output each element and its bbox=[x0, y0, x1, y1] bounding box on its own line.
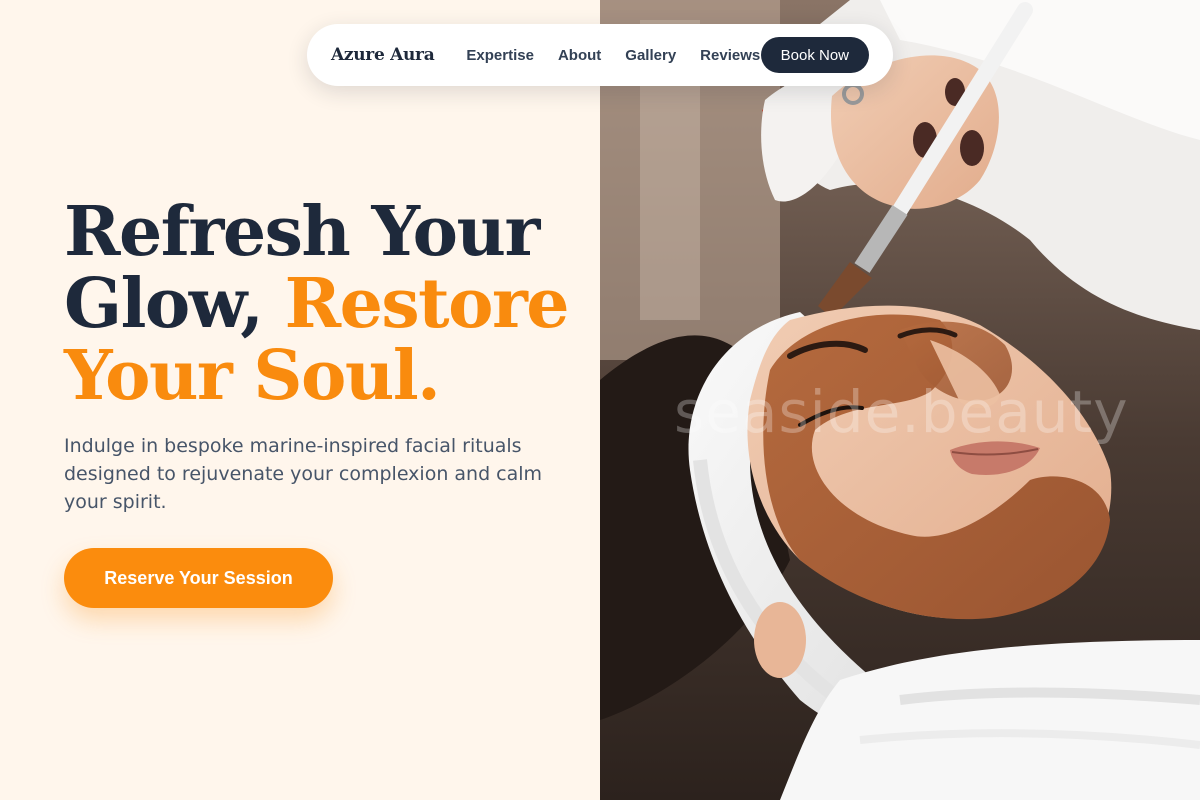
image-watermark: seaside.beauty bbox=[674, 378, 1129, 446]
hero-image: seaside.beauty bbox=[600, 0, 1200, 800]
nav-links: Expertise About Gallery Reviews bbox=[466, 47, 760, 64]
headline-line2-plain: Glow, bbox=[64, 264, 264, 344]
hero-subtext: Indulge in bespoke marine-inspired facia… bbox=[64, 435, 543, 513]
headline-line3-accent: Your Soul. bbox=[64, 336, 441, 416]
top-navbar: Azure Aura Expertise About Gallery Revie… bbox=[307, 24, 893, 86]
hero-headline: Refresh Your Glow, Restore Your Soul. bbox=[64, 196, 584, 412]
nav-link-about[interactable]: About bbox=[558, 47, 601, 64]
headline-line2-accent: Restore bbox=[284, 264, 570, 344]
brand-logo[interactable]: Azure Aura bbox=[331, 45, 435, 65]
reserve-session-button[interactable]: Reserve Your Session bbox=[64, 548, 333, 608]
nav-link-reviews[interactable]: Reviews bbox=[700, 47, 760, 64]
headline-line1: Refresh Your bbox=[64, 192, 540, 272]
nav-link-expertise[interactable]: Expertise bbox=[466, 47, 534, 64]
nav-link-gallery[interactable]: Gallery bbox=[625, 47, 676, 64]
book-now-button[interactable]: Book Now bbox=[760, 37, 869, 73]
